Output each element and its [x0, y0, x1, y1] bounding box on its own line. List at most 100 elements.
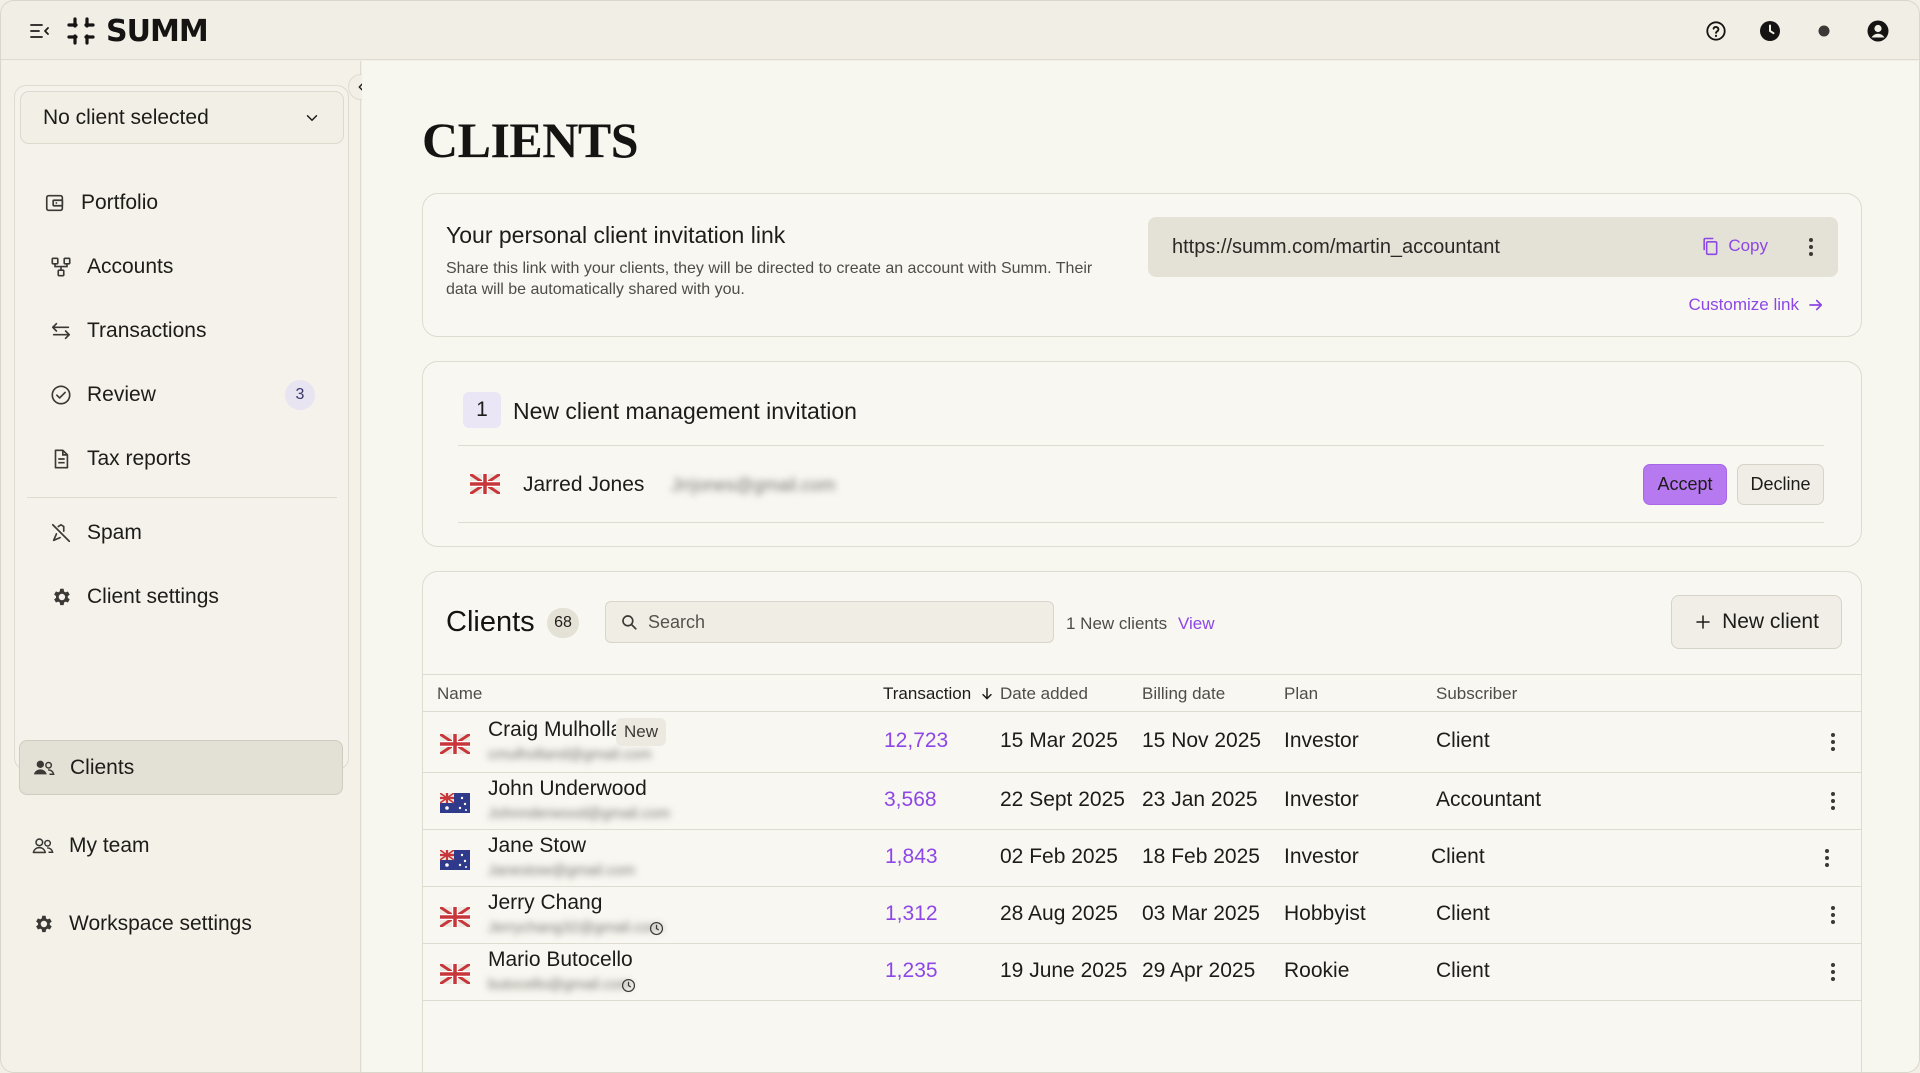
sidebar-item-label: Client settings [87, 585, 219, 608]
plan: Investor [1284, 788, 1359, 811]
gear-icon [31, 912, 55, 936]
client-email: Jerrychang32@gmail.com [488, 919, 663, 936]
client-name[interactable]: Mario Butocello [488, 948, 633, 972]
top-bar-actions [1703, 18, 1891, 44]
invitation-client-email: Jrrjones@gmail.com [671, 475, 836, 495]
decline-button[interactable]: Decline [1737, 464, 1824, 505]
invitation-link-field[interactable]: https://summ.com/martin_accountant Copy [1148, 217, 1838, 277]
invitation-title: Your personal client invitation link [446, 222, 786, 248]
account-avatar-icon[interactable] [1865, 18, 1891, 44]
menu-collapse-icon[interactable] [28, 19, 52, 43]
column-header-billing-date[interactable]: Billing date [1142, 684, 1225, 704]
arrow-right-icon [1809, 299, 1823, 311]
client-name[interactable]: Jane Stow [488, 834, 586, 858]
subscriber: Accountant [1436, 788, 1542, 811]
table-row[interactable]: John Underwood Johnnderwood@gmail.com 3,56… [423, 773, 1861, 830]
sidebar-item-label: Accounts [87, 255, 174, 278]
sidebar-divider [27, 497, 337, 498]
sidebar-item-clients[interactable]: Clients [19, 740, 343, 795]
table-row[interactable]: Mario Butocello butocello@gmail.com 1,235 1… [423, 944, 1861, 1001]
view-new-clients-link[interactable]: View [1178, 614, 1215, 634]
uk-flag-icon [469, 472, 501, 499]
uk-flag-icon [439, 732, 471, 759]
billing-date: 03 Mar 2025 [1142, 902, 1260, 925]
row-more-options-icon[interactable] [1821, 789, 1845, 813]
sidebar-item-label: Spam [87, 521, 142, 544]
history-clock-icon[interactable] [1757, 18, 1783, 44]
pending-clock-icon [649, 921, 664, 941]
column-header-name[interactable]: Name [437, 684, 482, 704]
new-client-tag: New [616, 718, 667, 746]
table-body: Craig Mulholland cmulholland@gmail.com New… [423, 712, 1861, 1001]
transaction-count[interactable]: 12,723 [884, 729, 948, 753]
uk-flag-icon [439, 905, 471, 932]
sidebar-item-label: Workspace settings [69, 911, 252, 935]
new-invitations-card: 1 New client management invitation Jarre… [422, 361, 1862, 547]
sidebar-item-tax-reports[interactable]: Tax reports [25, 431, 339, 487]
subscriber: Client [1431, 845, 1485, 868]
users-icon [32, 756, 56, 780]
column-header-date-added[interactable]: Date added [1000, 684, 1088, 704]
new-clients-count-text: 1 New clients [1066, 614, 1168, 633]
sort-down-arrow-icon [982, 687, 992, 700]
sidebar-item-transactions[interactable]: Transactions [25, 303, 339, 359]
plan: Rookie [1284, 959, 1350, 982]
new-client-label: New client [1722, 610, 1819, 633]
table-row[interactable]: Craig Mulholland cmulholland@gmail.com New… [423, 712, 1861, 773]
client-name[interactable]: Jerry Chang [488, 891, 602, 915]
column-header-plan[interactable]: Plan [1284, 684, 1318, 704]
top-bar: SUMM [1, 1, 1919, 60]
gear-icon [49, 585, 73, 609]
sidebar-item-workspace-settings[interactable]: Workspace settings [19, 896, 343, 951]
link-more-options-icon[interactable] [1799, 235, 1823, 259]
column-header-subscriber[interactable]: Subscriber [1436, 684, 1517, 704]
search-input[interactable] [648, 611, 1028, 633]
client-name[interactable]: John Underwood [488, 777, 647, 801]
transaction-count[interactable]: 3,568 [884, 788, 937, 812]
help-icon[interactable] [1703, 18, 1729, 44]
date-added: 22 Sept 2025 [1000, 788, 1125, 811]
customize-link-button[interactable]: Customize link [1688, 295, 1825, 315]
sidebar-item-label: Portfolio [81, 191, 159, 214]
row-more-options-icon[interactable] [1821, 960, 1845, 984]
accept-button[interactable]: Accept [1643, 464, 1727, 505]
chevron-down-icon [306, 114, 318, 121]
logo[interactable]: SUMM [66, 14, 209, 49]
sidebar-item-spam[interactable]: Spam [25, 505, 339, 561]
transaction-count[interactable]: 1,843 [885, 845, 938, 869]
client-email: cmulholland@gmail.com [488, 746, 652, 763]
row-more-options-icon[interactable] [1815, 846, 1839, 870]
status-dot-icon[interactable] [1811, 18, 1837, 44]
sidebar-item-label: Transactions [87, 319, 207, 342]
sidebar-item-review[interactable]: Review 3 [25, 367, 339, 423]
subscriber: Client [1436, 729, 1490, 752]
clients-table: Name Transaction Date added Billing date… [423, 674, 1861, 1001]
transaction-count[interactable]: 1,312 [885, 902, 938, 926]
client-selector[interactable]: No client selected [20, 91, 344, 144]
swap-arrows-icon [49, 319, 73, 343]
sidebar-item-my-team[interactable]: My team [19, 818, 343, 873]
sidebar-item-accounts[interactable]: Accounts [25, 239, 339, 295]
row-more-options-icon[interactable] [1821, 730, 1845, 754]
transaction-count[interactable]: 1,235 [885, 959, 938, 983]
billing-date: 18 Feb 2025 [1142, 845, 1260, 868]
main-content: CLIENTS Your personal client invitation … [362, 61, 1919, 1072]
sidebar-item-portfolio[interactable]: Portfolio [25, 175, 339, 231]
table-row[interactable]: Jane Stow Janestow@gmail.com 1,843 02 Feb 2… [423, 830, 1861, 887]
billing-date: 29 Apr 2025 [1142, 959, 1256, 982]
sidebar-item-label: My team [69, 833, 150, 857]
copy-link-button[interactable]: Copy [1700, 235, 1768, 257]
client-selector-label: No client selected [43, 105, 209, 129]
clients-table-card: Clients 68 1 New clients View New client… [422, 571, 1862, 1072]
sidebar-item-label: Review [87, 383, 156, 406]
new-client-button[interactable]: New client [1671, 595, 1842, 649]
column-header-transaction[interactable]: Transaction [883, 684, 995, 704]
row-more-options-icon[interactable] [1821, 903, 1845, 927]
billing-date: 15 Nov 2025 [1142, 729, 1262, 752]
plus-icon [1696, 615, 1710, 629]
client-search-box[interactable] [605, 601, 1054, 643]
table-row[interactable]: Jerry Chang Jerrychang32@gmail.com 1,312 28… [423, 887, 1861, 944]
sidebar-item-client-settings[interactable]: Client settings [25, 569, 339, 625]
sidebar: No client selected Portfolio Accounts Tr… [1, 61, 361, 1072]
client-email: Janestow@gmail.com [488, 862, 635, 879]
